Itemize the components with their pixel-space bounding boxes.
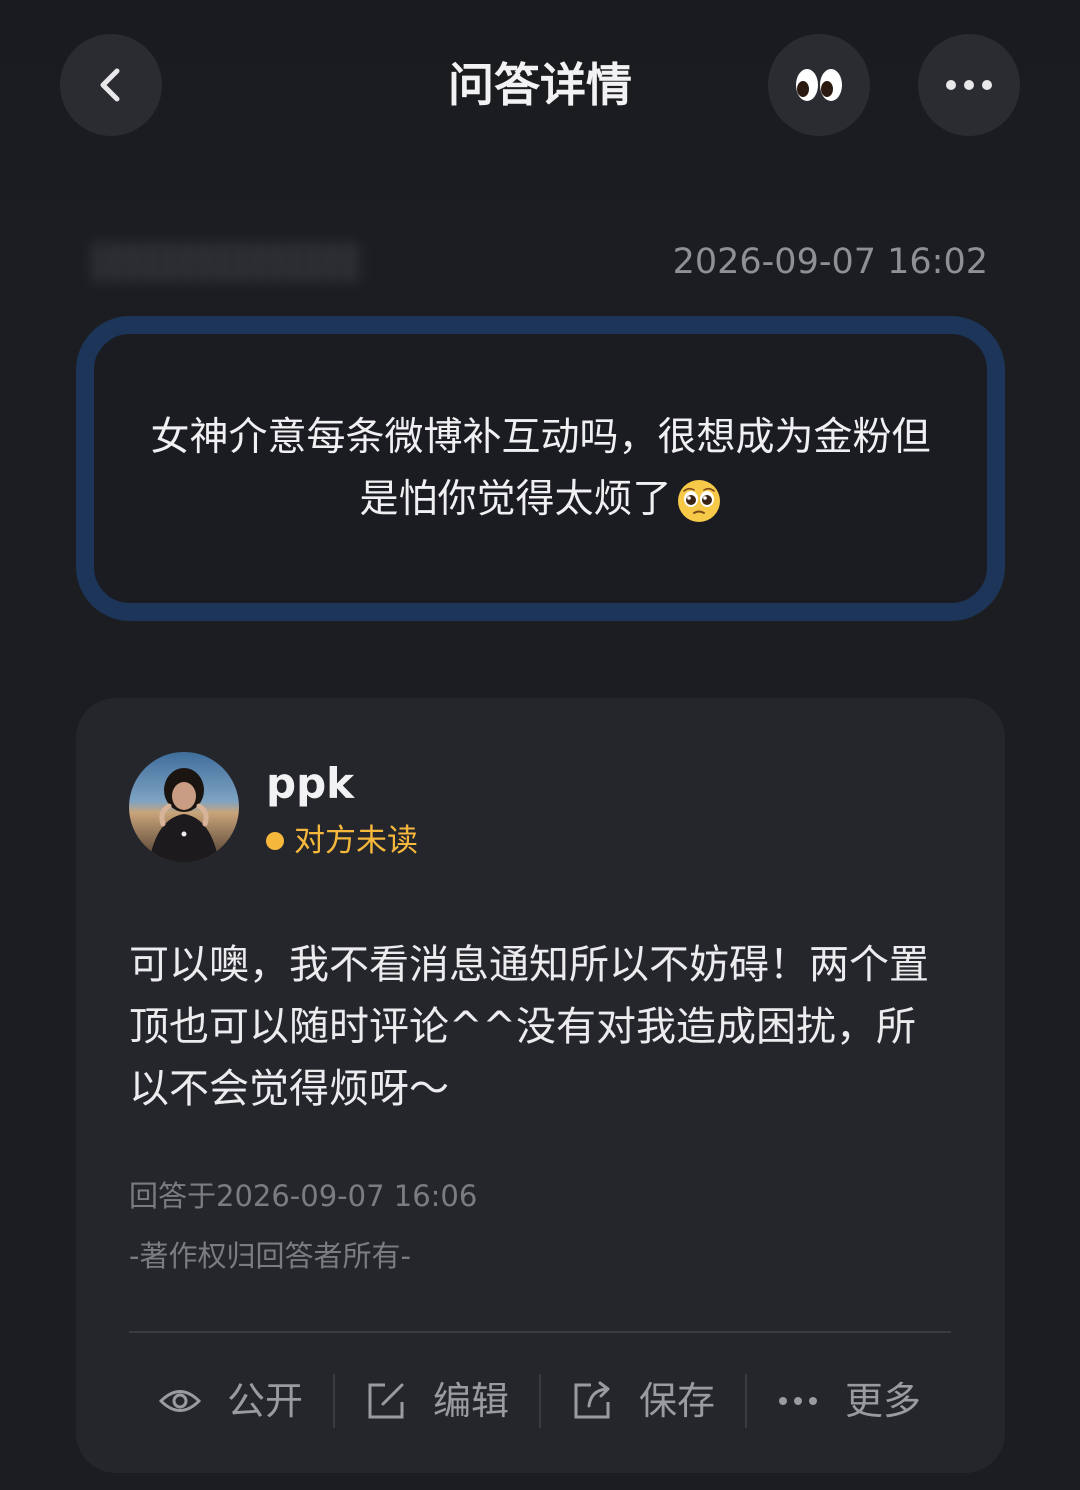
pleading-face-icon xyxy=(677,480,720,522)
question-timestamp: 2026-09-07 16:02 xyxy=(672,242,988,282)
more-actions-button[interactable]: 更多 xyxy=(747,1358,951,1444)
more-button[interactable] xyxy=(918,34,1020,136)
eye-icon xyxy=(158,1390,201,1412)
status-dot xyxy=(266,832,284,850)
action-bar: 公开 编辑 保存 更多 xyxy=(129,1358,951,1444)
edit-icon xyxy=(368,1383,404,1419)
eyes-button[interactable] xyxy=(768,34,870,136)
status-text: 对方未读 xyxy=(294,823,418,859)
save-button[interactable]: 保存 xyxy=(541,1358,745,1444)
question-card: 女神介意每条微博补互动吗，很想成为金粉但是怕你觉得太烦了 xyxy=(76,316,1005,621)
avatar[interactable] xyxy=(129,752,239,862)
divider xyxy=(129,1331,951,1333)
more-dots-icon xyxy=(778,1397,817,1405)
page-title: 问答详情 xyxy=(448,58,632,112)
top-bar: 问答详情 xyxy=(0,0,1080,200)
answerer-name[interactable]: ppk xyxy=(266,756,354,812)
share-icon xyxy=(574,1381,610,1419)
blurred-username xyxy=(92,242,362,282)
edit-button[interactable]: 编辑 xyxy=(335,1358,539,1444)
question-text: 女神介意每条微博补互动吗，很想成为金粉但是怕你觉得太烦了 xyxy=(150,414,931,522)
avatar-image xyxy=(129,752,239,862)
copyright-notice: -著作权归回答者所有- xyxy=(129,1239,411,1273)
question-text-container: 女神介意每条微博补互动吗，很想成为金粉但是怕你觉得太烦了 xyxy=(151,407,931,531)
back-button[interactable] xyxy=(60,34,162,136)
answer-text: 可以噢，我不看消息通知所以不妨碍！两个置顶也可以随时评论^^没有对我造成困扰，所… xyxy=(129,942,929,1112)
edit-label: 编辑 xyxy=(432,1379,509,1423)
asker-name-blurred xyxy=(92,242,362,282)
save-label: 保存 xyxy=(638,1379,715,1423)
more-label: 更多 xyxy=(844,1379,921,1423)
answered-at: 回答于2026-09-07 16:06 xyxy=(129,1179,478,1213)
read-status: 对方未读 xyxy=(266,820,418,862)
public-label: 公开 xyxy=(226,1379,303,1423)
public-button[interactable]: 公开 xyxy=(129,1358,333,1444)
answer-card: ppk 对方未读 可以噢，我不看消息通知所以不妨碍！两个置顶也可以随时评论^^没… xyxy=(76,698,1005,1473)
eyes-emoji-icon xyxy=(796,69,842,101)
chevron-left-icon xyxy=(100,68,120,102)
more-dots-icon xyxy=(946,80,992,90)
